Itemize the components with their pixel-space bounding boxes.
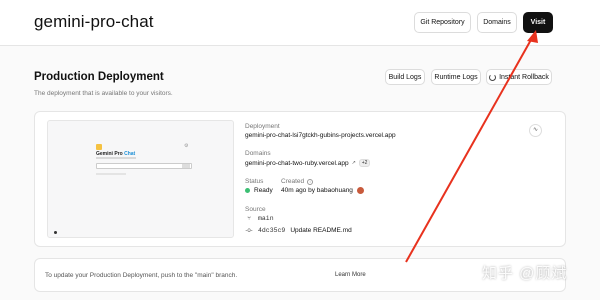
created-label-row: Created i bbox=[281, 178, 314, 185]
source-label: Source bbox=[245, 206, 266, 213]
project-title: gemini-pro-chat bbox=[34, 12, 154, 31]
visit-button[interactable]: Visit bbox=[523, 12, 553, 33]
branch-name: main bbox=[258, 215, 274, 222]
commit-message: Update README.md bbox=[290, 227, 352, 234]
domains-label: Domains bbox=[483, 19, 511, 26]
ready-status-dot-icon bbox=[245, 188, 250, 193]
branch-row[interactable]: ⑂ main bbox=[245, 215, 274, 222]
extra-domains-badge[interactable]: +2 bbox=[358, 159, 371, 167]
external-link-icon: ↗ bbox=[351, 160, 356, 166]
domains-field-label: Domains bbox=[245, 150, 271, 157]
runtime-logs-button[interactable]: Runtime Logs bbox=[431, 69, 481, 85]
domain-url[interactable]: gemini-pro-chat-two-ruby.vercel.app bbox=[245, 160, 349, 167]
commit-row[interactable]: -o- 4dc35c9 Update README.md bbox=[245, 227, 352, 234]
learn-more-link[interactable]: Learn More bbox=[335, 272, 366, 278]
git-branch-icon: ⑂ bbox=[247, 215, 251, 222]
preview-input bbox=[96, 163, 192, 169]
created-label: Created bbox=[281, 178, 305, 185]
preview-text-line bbox=[96, 173, 126, 175]
domains-button[interactable]: Domains bbox=[477, 12, 517, 33]
preview-logo-icon bbox=[96, 144, 102, 150]
domain-row: gemini-pro-chat-two-ruby.vercel.app ↗ +2 bbox=[245, 159, 371, 167]
git-commit-icon: -o- bbox=[245, 227, 253, 234]
created-value-row: 40m ago by babaohuang bbox=[281, 187, 364, 194]
preview-send-button bbox=[182, 164, 190, 168]
deployment-label: Deployment bbox=[245, 123, 280, 130]
commit-hash: 4dc35c9 bbox=[258, 227, 286, 234]
info-icon[interactable]: i bbox=[307, 178, 314, 185]
created-value: 40m ago by babaohuang bbox=[281, 187, 353, 194]
runtime-logs-label: Runtime Logs bbox=[434, 73, 478, 81]
instant-rollback-label: Instant Rollback bbox=[499, 73, 549, 81]
section-subtitle: The deployment that is available to your… bbox=[34, 90, 173, 97]
status-value-row: Ready bbox=[245, 187, 273, 194]
status-value: Ready bbox=[254, 187, 273, 194]
deployment-card: ⚙ Gemini Pro Chat Deployment gemini-pro-… bbox=[34, 111, 566, 247]
git-repository-label: Git Repository bbox=[420, 19, 465, 26]
preview-subtitle-bar bbox=[96, 157, 136, 159]
build-logs-label: Build Logs bbox=[388, 73, 422, 81]
rollback-icon bbox=[489, 73, 497, 81]
notice-text: To update your Production Deployment, pu… bbox=[45, 272, 238, 279]
preview-corner-dot bbox=[54, 231, 57, 234]
activity-icon[interactable]: ∿ bbox=[529, 124, 542, 137]
status-label: Status bbox=[245, 178, 264, 185]
deployment-url[interactable]: gemini-pro-chat-lsi7gtckh-gubins-project… bbox=[245, 132, 396, 139]
instant-rollback-button[interactable]: Instant Rollback bbox=[486, 69, 552, 85]
section-title: Production Deployment bbox=[34, 71, 164, 83]
build-logs-button[interactable]: Build Logs bbox=[385, 69, 425, 85]
visit-label: Visit bbox=[530, 19, 546, 26]
preview-gear-icon: ⚙ bbox=[184, 143, 189, 149]
deployment-preview[interactable]: ⚙ Gemini Pro Chat bbox=[47, 120, 234, 238]
git-repository-button[interactable]: Git Repository bbox=[414, 12, 471, 33]
avatar bbox=[356, 187, 364, 194]
top-bar: gemini-pro-chat Git Repository Domains V… bbox=[0, 0, 600, 46]
watermark: 知乎 @顾斌 bbox=[482, 265, 568, 282]
